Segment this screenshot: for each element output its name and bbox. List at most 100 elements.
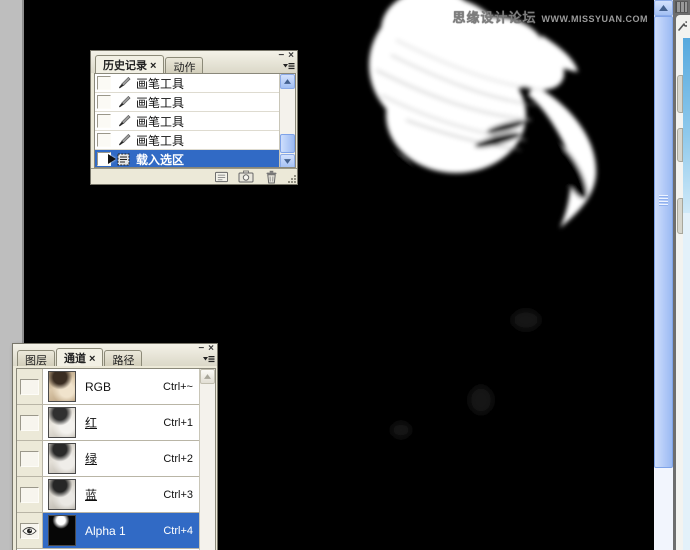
- scroll-up-button[interactable]: [200, 369, 215, 384]
- channel-name: 蓝: [85, 486, 97, 503]
- channel-list: RGB Ctrl+~ 红 Ctrl+1 绿 Ctrl+2 蓝 Ctrl+3: [16, 368, 216, 550]
- document-scrollbar[interactable]: [654, 0, 673, 550]
- camera-icon: [238, 170, 254, 183]
- channel-row-selected[interactable]: Alpha 1 Ctrl+4: [17, 513, 215, 549]
- watermark-site-url: WWW.MISSYUAN.COM: [542, 14, 649, 24]
- history-footer: [91, 168, 297, 184]
- blue-thumbnail: [48, 479, 76, 510]
- history-scrollbar[interactable]: [279, 74, 295, 168]
- palette-menu-icon: [202, 354, 215, 364]
- palette-menu-button[interactable]: [201, 353, 215, 364]
- channel-row[interactable]: RGB Ctrl+~: [17, 369, 215, 405]
- history-panel-titlebar[interactable]: − × 历史记录 × 动作: [91, 51, 297, 73]
- alpha-channel-hair-mask: [320, 0, 620, 470]
- history-state-label: 画笔工具: [136, 94, 184, 111]
- watermark: 思缘设计论坛 WWW.MISSYUAN.COM: [452, 7, 648, 26]
- docked-palette-body: [683, 213, 690, 550]
- channel-name: Alpha 1: [85, 524, 126, 538]
- channels-panel-titlebar[interactable]: − × 图层 通道 × 路径: [13, 344, 217, 366]
- close-button[interactable]: ×: [288, 51, 294, 60]
- history-state-label: 画笔工具: [136, 132, 184, 149]
- history-row[interactable]: 画笔工具: [95, 131, 295, 150]
- history-panel: − × 历史记录 × 动作 画笔工具: [90, 50, 298, 185]
- history-row[interactable]: 画笔工具: [95, 93, 295, 112]
- history-state-label: 画笔工具: [136, 75, 184, 92]
- brush-icon: [115, 95, 132, 109]
- brush-icon: [115, 114, 132, 128]
- eye-icon: [22, 526, 37, 536]
- palette-menu-icon: [282, 61, 295, 71]
- scrollbar-thumb-grip: [659, 195, 668, 206]
- trash-icon: [265, 170, 278, 184]
- palette-well: [673, 0, 690, 550]
- scroll-up-button[interactable]: [654, 0, 673, 16]
- history-state-label: 载入选区: [136, 151, 184, 168]
- new-snapshot-button[interactable]: [238, 170, 254, 183]
- scroll-up-button[interactable]: [280, 74, 295, 89]
- visibility-toggle[interactable]: [17, 477, 43, 512]
- history-brush-well[interactable]: [97, 95, 111, 109]
- wrench-icon[interactable]: [677, 20, 687, 32]
- chevron-up-icon: [659, 5, 668, 11]
- brush-icon: [115, 76, 132, 90]
- history-row[interactable]: 画笔工具: [95, 74, 295, 93]
- resize-grip[interactable]: [288, 175, 296, 183]
- red-thumbnail: [48, 407, 76, 438]
- chevron-up-icon: [204, 374, 211, 379]
- load-selection-icon: [115, 153, 132, 166]
- tab-actions[interactable]: 动作: [165, 57, 203, 73]
- docked-palette-tab[interactable]: [677, 198, 683, 234]
- green-thumbnail: [48, 443, 76, 474]
- alpha-thumbnail: [48, 515, 76, 546]
- scrollbar-thumb[interactable]: [280, 134, 295, 153]
- history-brush-well[interactable]: [97, 114, 111, 128]
- docked-palette-tab[interactable]: [677, 128, 683, 162]
- watermark-site-name: 思缘设计论坛: [452, 7, 536, 26]
- channels-scrollbar[interactable]: [199, 369, 215, 550]
- channel-row[interactable]: 绿 Ctrl+2: [17, 441, 215, 477]
- visibility-toggle[interactable]: [17, 369, 43, 404]
- scroll-down-button[interactable]: [280, 154, 295, 168]
- current-state-pointer: [108, 154, 116, 164]
- brush-icon: [115, 133, 132, 147]
- minimize-button[interactable]: −: [278, 51, 284, 60]
- history-row-selected[interactable]: 载入选区: [95, 150, 295, 168]
- history-row[interactable]: 画笔工具: [95, 112, 295, 131]
- channels-panel: − × 图层 通道 × 路径 RGB Ctrl+~: [12, 343, 218, 550]
- history-brush-well[interactable]: [97, 133, 111, 147]
- channel-shortcut: Ctrl+~: [163, 381, 193, 393]
- chevron-down-icon: [284, 159, 291, 164]
- channel-shortcut: Ctrl+4: [163, 525, 193, 537]
- chevron-up-icon: [284, 79, 291, 84]
- visibility-toggle[interactable]: [17, 405, 43, 440]
- minimize-button[interactable]: −: [198, 344, 204, 353]
- docked-palette-header: [683, 38, 690, 213]
- document-icon: [214, 171, 229, 183]
- channel-row[interactable]: 红 Ctrl+1: [17, 405, 215, 441]
- channel-name: 红: [85, 414, 97, 431]
- channel-name: 绿: [85, 450, 97, 467]
- history-state-label: 画笔工具: [136, 113, 184, 130]
- visibility-toggle[interactable]: [17, 513, 43, 548]
- tab-layers[interactable]: 图层: [17, 350, 55, 366]
- history-state-list: 画笔工具 画笔工具 画笔工具: [94, 73, 296, 168]
- history-brush-well[interactable]: [97, 76, 111, 90]
- new-document-from-state-button[interactable]: [213, 170, 229, 183]
- close-button[interactable]: ×: [208, 344, 214, 353]
- palette-menu-button[interactable]: [281, 60, 295, 71]
- palette-well-grip[interactable]: [675, 1, 688, 13]
- tab-history[interactable]: 历史记录 ×: [95, 55, 164, 73]
- visibility-toggle[interactable]: [17, 441, 43, 476]
- channel-shortcut: Ctrl+3: [163, 489, 193, 501]
- scrollbar-thumb[interactable]: [654, 16, 673, 468]
- rgb-thumbnail: [48, 371, 76, 402]
- channel-shortcut: Ctrl+2: [163, 453, 193, 465]
- tab-paths[interactable]: 路径: [104, 350, 142, 366]
- docked-palette-tab[interactable]: [677, 75, 683, 113]
- channel-row[interactable]: 蓝 Ctrl+3: [17, 477, 215, 513]
- tab-channels[interactable]: 通道 ×: [56, 348, 103, 366]
- channel-name: RGB: [85, 380, 111, 394]
- channel-shortcut: Ctrl+1: [163, 417, 193, 429]
- delete-state-button[interactable]: [263, 170, 279, 183]
- scrollbar-track[interactable]: [654, 468, 673, 550]
